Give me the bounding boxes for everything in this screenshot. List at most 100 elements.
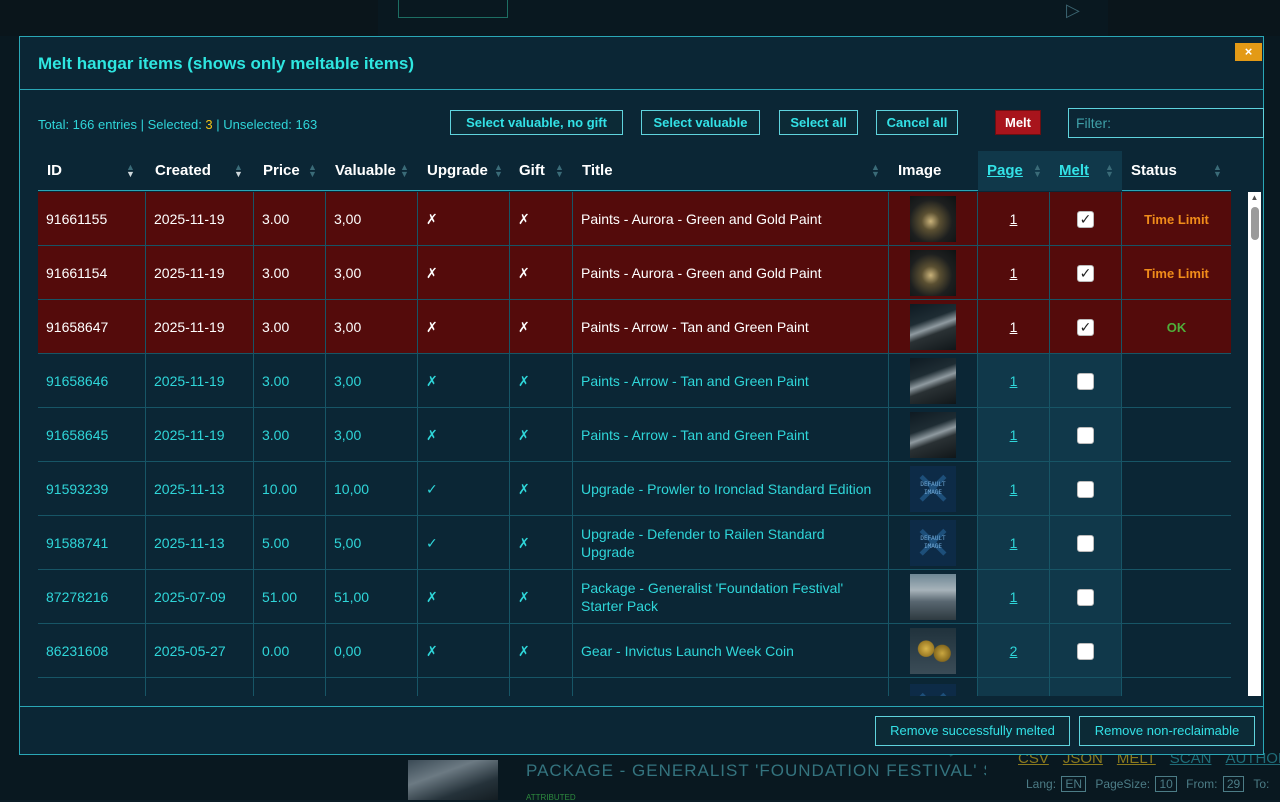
melt-checkbox[interactable]: ✓	[1077, 264, 1094, 282]
cell-created	[146, 678, 254, 696]
cell-page[interactable]: 1	[978, 246, 1050, 300]
cell-id: 91658647	[38, 300, 146, 354]
from-label: From:	[1186, 777, 1218, 791]
lang-input[interactable]: EN	[1061, 776, 1087, 792]
scrollbar[interactable]: ▲	[1248, 192, 1261, 696]
cell-page[interactable]: 1	[978, 300, 1050, 354]
table-row[interactable]: 91658646 2025-11-19 3.00 3,00 ✗ ✗ Paints - Arr…	[38, 354, 1231, 408]
melt-checkbox[interactable]: ✓	[1077, 318, 1094, 336]
column-header-melt[interactable]: Melt ▲ ▼	[1050, 151, 1122, 191]
cell-page[interactable]: 1	[978, 570, 1050, 624]
cell-gift: ✗	[510, 570, 573, 624]
column-header-title[interactable]: Title ▲ ▼	[573, 151, 889, 191]
cell-price: 3.00	[254, 192, 326, 246]
cell-gift: ✗	[510, 246, 573, 300]
column-header-price[interactable]: Price ▲ ▼	[254, 151, 326, 191]
sort-icon: ▲ ▼	[1105, 162, 1114, 179]
cell-page[interactable]: 1	[978, 462, 1050, 516]
cell-image	[889, 300, 978, 354]
cell-page[interactable]: 1	[978, 354, 1050, 408]
column-header-status[interactable]: Status ▲ ▼	[1122, 151, 1231, 191]
cell-page[interactable]	[978, 678, 1050, 696]
item-thumbnail	[910, 412, 956, 458]
cancel-all-button[interactable]: Cancel all	[876, 110, 958, 135]
cell-id	[38, 678, 146, 696]
remove-non-reclaimable-button[interactable]: Remove non-reclaimable	[1079, 716, 1255, 746]
cell-created: 2025-05-27	[146, 624, 254, 678]
cell-gift: ✗	[510, 624, 573, 678]
cell-created: 2025-11-19	[146, 192, 254, 246]
column-label: Created	[155, 162, 211, 179]
melt-checkbox[interactable]	[1077, 588, 1094, 606]
melt-checkbox[interactable]	[1077, 372, 1094, 390]
cell-title: Paints - Aurora - Green and Gold Paint	[573, 192, 889, 246]
table-row[interactable]: 91661154 2025-11-19 3.00 3,00 ✗ ✗ Paints - Aur…	[38, 246, 1231, 300]
select-all-button[interactable]: Select all	[779, 110, 858, 135]
item-thumbnail	[910, 574, 956, 620]
sort-icon: ▲ ▼	[400, 162, 409, 179]
table-row[interactable]: 91658645 2025-11-19 3.00 3,00 ✗ ✗ Paints - Arr…	[38, 408, 1231, 462]
select-valuable-no-gift-button[interactable]: Select valuable, no gift	[450, 110, 623, 135]
column-label: Page	[987, 162, 1023, 179]
cell-status	[1122, 678, 1231, 696]
cell-valuable: 3,00	[326, 354, 418, 408]
remove-successfully-melted-button[interactable]: Remove successfully melted	[875, 716, 1070, 746]
cell-created: 2025-11-19	[146, 300, 254, 354]
filter-input[interactable]	[1068, 108, 1264, 138]
melt-checkbox[interactable]	[1077, 426, 1094, 444]
cell-valuable: 0,00	[326, 624, 418, 678]
default-image-label: DEFAULT IMAGE	[920, 481, 946, 496]
close-button[interactable]: ×	[1235, 43, 1262, 61]
pagesize-input[interactable]: 10	[1155, 776, 1177, 792]
table-row[interactable]: 91658647 2025-11-19 3.00 3,00 ✗ ✗ Paints - Arr…	[38, 300, 1231, 354]
status-label: Time Limit	[1144, 265, 1209, 281]
from-input[interactable]: 29	[1222, 776, 1245, 792]
column-header-id[interactable]: ID ▲ ▼	[38, 151, 146, 191]
table-body: 91661155 2025-11-19 3.00 3,00 ✗ ✗ Paints - Aur…	[38, 192, 1231, 696]
cell-image	[889, 192, 978, 246]
summary-suffix: | Unselected: 163	[212, 117, 318, 132]
cell-gift: ✗	[510, 408, 573, 462]
cell-page[interactable]: 1	[978, 192, 1050, 246]
table-row[interactable]: 91593239 2025-11-13 10.00 10,00 ✓ ✗ Upgrade - …	[38, 462, 1231, 516]
column-header-upgrade[interactable]: Upgrade ▲ ▼	[418, 151, 510, 191]
cell-upgrade: ✓	[418, 462, 510, 516]
cell-page[interactable]: 1	[978, 408, 1050, 462]
table-row[interactable]: ✕DEFAULT IMAGE	[38, 678, 1231, 696]
cell-upgrade	[418, 678, 510, 696]
cell-status	[1122, 624, 1231, 678]
cell-page[interactable]: 2	[978, 624, 1050, 678]
cell-id: 91658645	[38, 408, 146, 462]
background-panel	[1108, 0, 1280, 36]
cell-created: 2025-11-19	[146, 246, 254, 300]
melt-checkbox[interactable]: ✓	[1077, 210, 1094, 228]
column-header-created[interactable]: Created ▲ ▼	[146, 151, 254, 191]
melt-checkbox[interactable]	[1077, 642, 1094, 660]
column-header-valuable[interactable]: Valuable ▲ ▼	[326, 151, 418, 191]
select-valuable-button[interactable]: Select valuable	[641, 110, 760, 135]
melt-checkbox[interactable]	[1077, 480, 1094, 498]
dialog-toolbar: Total: 166 entries | Selected: 3 | Unsel…	[38, 108, 1264, 139]
column-label: Price	[263, 162, 300, 179]
cell-valuable	[326, 678, 418, 696]
cell-image: ✕DEFAULT IMAGE	[889, 678, 978, 696]
cell-id: 87278216	[38, 570, 146, 624]
scroll-up-arrow-icon[interactable]: ▲	[1248, 192, 1261, 204]
cell-status	[1122, 516, 1231, 570]
cell-page[interactable]: 1	[978, 516, 1050, 570]
melt-checkbox[interactable]	[1077, 534, 1094, 552]
cell-image	[889, 408, 978, 462]
column-header-gift[interactable]: Gift ▲ ▼	[510, 151, 573, 191]
cell-valuable: 5,00	[326, 516, 418, 570]
cell-price: 51.00	[254, 570, 326, 624]
table-row[interactable]: 91661155 2025-11-19 3.00 3,00 ✗ ✗ Paints - Aur…	[38, 192, 1231, 246]
scroll-thumb[interactable]	[1251, 207, 1259, 240]
table-row[interactable]: 87278216 2025-07-09 51.00 51,00 ✗ ✗ Package - …	[38, 570, 1231, 624]
table-row[interactable]: 91588741 2025-11-13 5.00 5,00 ✓ ✗ Upgrade - De…	[38, 516, 1231, 570]
table-row[interactable]: 86231608 2025-05-27 0.00 0,00 ✗ ✗ Gear - Invic…	[38, 624, 1231, 678]
cell-price: 3.00	[254, 300, 326, 354]
cell-image	[889, 624, 978, 678]
melt-button[interactable]: Melt	[995, 110, 1041, 135]
column-header-page[interactable]: Page ▲ ▼	[978, 151, 1050, 191]
cell-melt: ✓	[1050, 246, 1122, 300]
